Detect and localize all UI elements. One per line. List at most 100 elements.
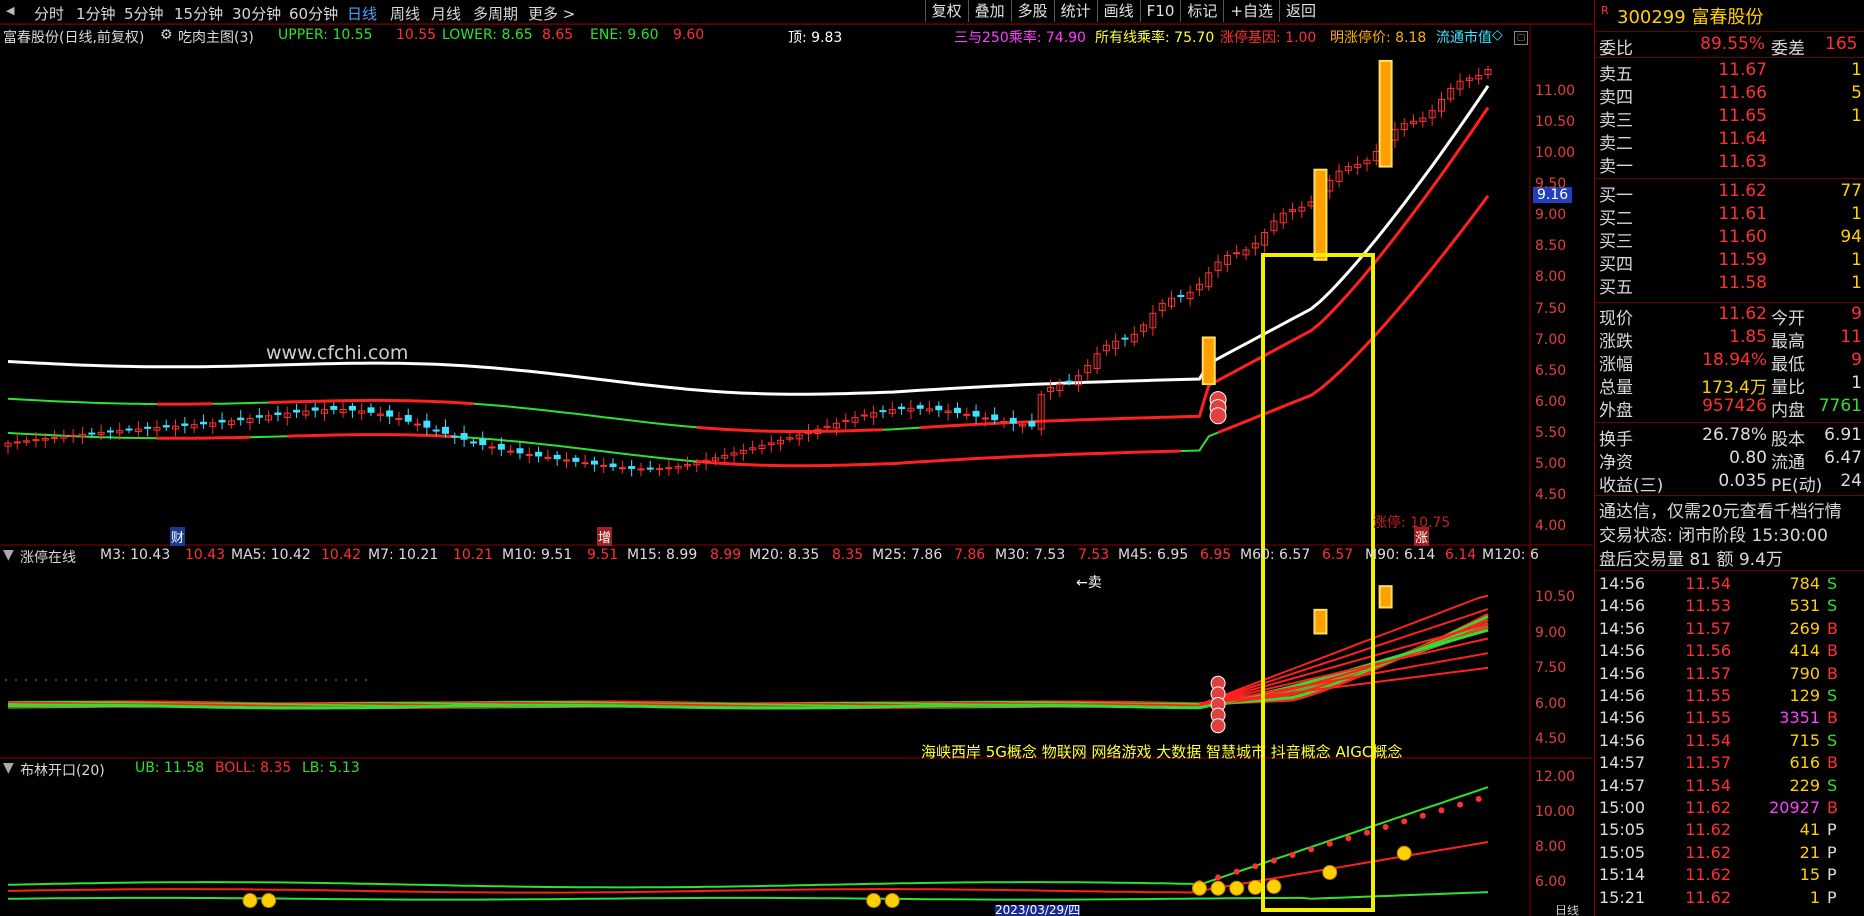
stat-row: 外盘 957426 内盘 7761: [1595, 396, 1864, 421]
candle-body: [497, 443, 505, 450]
signal-ball: [1209, 407, 1227, 425]
boll-lower-line: [7, 891, 1489, 901]
tick-volume: 790: [1789, 663, 1820, 683]
candle-body: [274, 412, 282, 416]
tick-row: 14:56 11.54 784 S: [1595, 574, 1864, 596]
tick-side: B: [1827, 753, 1838, 773]
candle-body: [916, 405, 924, 409]
tick-volume: 715: [1789, 730, 1820, 750]
bid-volume: 1: [1851, 204, 1862, 224]
fund-value: 0.035: [1718, 471, 1767, 491]
m30-label: M30: 7.53: [995, 547, 1066, 563]
ask-volume: 1: [1851, 60, 1862, 80]
weibi-label: 委比: [1599, 39, 1633, 59]
candle-body: [507, 450, 515, 453]
ask-label: 卖二: [1599, 134, 1633, 154]
tick-side: B: [1827, 708, 1838, 728]
candle-body: [348, 405, 356, 411]
kline-chart-canvas[interactable]: [0, 0, 1593, 916]
tick-volume: 229: [1789, 775, 1820, 795]
boll-dot: [1326, 840, 1333, 847]
boll-panel-toggle-icon[interactable]: ▼: [3, 760, 14, 776]
diamond-icon[interactable]: ◇: [1492, 27, 1503, 43]
event-marker-limitup[interactable]: 涨: [1414, 527, 1430, 546]
weibi-value: 89.55%: [1700, 34, 1765, 54]
stat-row: 现价 11.62 今开 9: [1595, 304, 1864, 329]
ask-label: 卖三: [1599, 111, 1633, 131]
tick-side: S: [1827, 574, 1838, 593]
candle-body: [935, 405, 943, 411]
tick-time: 15:14: [1599, 865, 1646, 885]
tick-side: B: [1827, 663, 1838, 683]
candle-body: [488, 446, 496, 449]
stat-value-2: 1: [1851, 373, 1862, 393]
tick-side: S: [1827, 730, 1838, 750]
main-axis-tick: 10.50: [1535, 114, 1576, 131]
candle-body: [144, 426, 152, 429]
tick-row: 15:14 11.62 15 P: [1595, 865, 1864, 887]
bid-row: 买四 11.59 1: [1595, 250, 1864, 275]
fund-value-2: 6.47: [1824, 448, 1862, 468]
main-axis-tick: 7.50: [1535, 300, 1567, 317]
next-limit-price: 明涨停价: 8.18: [1330, 30, 1427, 46]
stock-code-name: 300299 富春股份: [1617, 7, 1764, 28]
candle-body: [1065, 380, 1073, 383]
m45-value: 6.95: [1200, 547, 1232, 563]
m90-value: 6.14: [1445, 547, 1477, 563]
candle-body: [646, 467, 654, 470]
boll-dot: [1215, 874, 1222, 881]
smiley-icon: [1210, 880, 1226, 896]
stat-value-2: 9: [1851, 350, 1862, 370]
notice-row[interactable]: 通达信，仅需20元查看千档行情: [1595, 497, 1864, 522]
main-axis-tick: 5.50: [1535, 424, 1567, 441]
boll-dot: [1382, 824, 1389, 830]
ask-volume: 1: [1851, 106, 1862, 126]
upper-value: 10.55: [396, 27, 437, 43]
band-highlight: [287, 433, 455, 439]
period-indicator: 日线: [1555, 905, 1580, 916]
indicator-gear-icon[interactable]: ⚙: [160, 27, 173, 43]
tick-time: 14:56: [1599, 686, 1646, 705]
event-marker-increase[interactable]: 增: [597, 527, 613, 546]
bid-volume: 77: [1840, 181, 1862, 201]
bid-row: 买三 11.60 94: [1595, 227, 1864, 252]
main-axis-tick: 6.00: [1535, 393, 1567, 410]
stat-row: 涨幅 18.94% 最低 9: [1595, 350, 1864, 375]
candle-body: [162, 425, 170, 428]
boll-dot: [1252, 863, 1259, 870]
tick-row: 15:21 11.62 1 P: [1595, 888, 1864, 910]
boll-axis-tick: 10.00: [1535, 804, 1576, 820]
crosshair-date: 2023/03/29/四: [995, 905, 1081, 916]
limit-up-label: 涨停: 10.75: [1373, 515, 1451, 531]
tick-price: 11.57: [1685, 618, 1731, 638]
candle-body: [88, 432, 96, 435]
ma-panel-name[interactable]: 涨停在线: [20, 547, 76, 567]
ma-axis-tick: 6.00: [1535, 695, 1567, 712]
tick-price: 11.57: [1685, 753, 1731, 773]
stat-label: 现价: [1599, 309, 1633, 329]
m120-label: M120: 6: [1482, 547, 1539, 563]
collapse-icon[interactable]: ▢: [1514, 31, 1528, 45]
bid-label: 买二: [1599, 209, 1633, 229]
ma-panel-toggle-icon[interactable]: ▼: [3, 547, 14, 563]
tick-time: 14:56: [1599, 618, 1646, 638]
m10-value: 9.51: [587, 547, 619, 563]
lower-value: 8.65: [542, 27, 574, 43]
ask-row: 卖一 11.63: [1595, 152, 1864, 177]
after-hours-row: 盘后交易量 81 额 9.4万: [1595, 545, 1864, 570]
boll-lb-label: LB: 5.13: [302, 760, 360, 776]
boll-panel-name[interactable]: 布林开口(20): [20, 760, 105, 780]
quote-panel: R 300299 富春股份 委比 89.55% 委差 165 卖五 11.67 1 卖…: [1594, 0, 1864, 916]
stat-value-2: 11: [1840, 327, 1862, 347]
candle-body: [600, 464, 608, 467]
candle-body: [330, 406, 338, 410]
event-marker-finance[interactable]: 财: [170, 527, 186, 546]
indicator-name[interactable]: 吃肉主图(3): [178, 27, 254, 47]
candle-body: [255, 415, 263, 418]
tick-time: 14:56: [1599, 730, 1646, 750]
m15-value: 8.99: [710, 547, 742, 563]
ask-row: 卖四 11.66 5: [1595, 83, 1864, 108]
trade-status: 交易状态: 闭市阶段 15:30:00: [1599, 526, 1828, 546]
smiley-icon: [866, 893, 882, 908]
m7-label: M7: 10.21: [368, 547, 439, 563]
